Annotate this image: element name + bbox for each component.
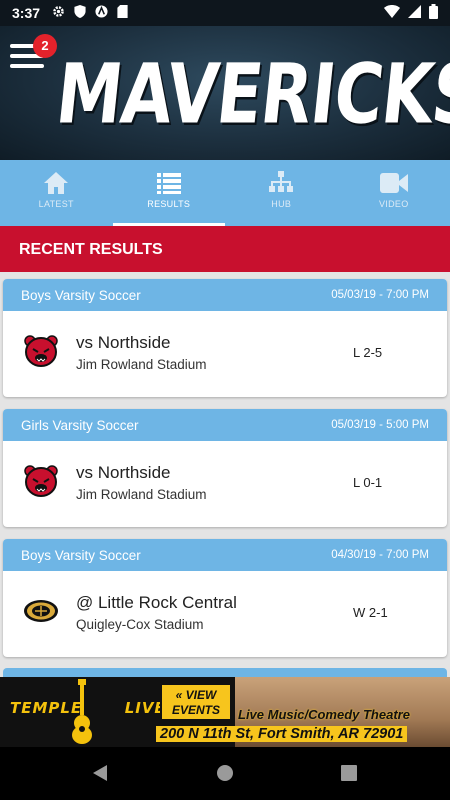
venue-name: Jim Rowland Stadium — [76, 357, 207, 372]
tab-label-results: RESULTS — [147, 199, 191, 209]
tab-label-hub: HUB — [271, 199, 292, 209]
team-name: Boys Varsity Soccer — [21, 547, 141, 563]
tab-label-latest: LATEST — [38, 199, 74, 209]
game-datetime: 05/03/19 - 7:00 PM — [331, 289, 429, 301]
team-name: Boys Varsity Soccer — [21, 287, 141, 303]
result-card-body: vs Northside Jim Rowland Stadium L 2-5 — [3, 311, 447, 397]
team-name: Girls Varsity Soccer — [21, 417, 139, 433]
result-card[interactable]: Boys Varsity Soccer 05/03/19 - 7:00 PM v… — [3, 279, 447, 397]
wifi-status-icon — [384, 5, 400, 21]
opponent-name: vs Northside — [76, 333, 171, 352]
view-events-line1: « VIEW — [175, 688, 217, 702]
result-card[interactable]: Girls Varsity Soccer 05/03/19 - 5:00 PM … — [3, 409, 447, 527]
status-bar: 3:37 — [0, 0, 450, 26]
hamburger-icon-line — [10, 64, 44, 68]
list-icon — [156, 173, 181, 194]
view-events-line2: EVENTS — [171, 703, 220, 717]
battery-status-icon — [429, 4, 438, 22]
app-status-icon — [95, 5, 108, 21]
result-card-body: vs Northside Jim Rowland Stadium L 0-1 — [3, 441, 447, 527]
app-title: MAVERICKS — [51, 46, 450, 143]
result-card-header: Girls Varsity Soccer 05/03/19 - 5:00 PM — [3, 409, 447, 441]
bear-logo-icon — [24, 335, 58, 367]
tab-video[interactable]: VIDEO — [338, 160, 450, 226]
game-score: L 2-5 — [353, 345, 383, 360]
tab-hub[interactable]: HUB — [225, 160, 338, 226]
sitemap-icon — [269, 171, 294, 192]
tiger-logo-icon — [24, 600, 58, 622]
home-nav-icon[interactable] — [216, 764, 234, 782]
home-icon — [44, 172, 69, 194]
bear-logo-icon — [24, 465, 58, 497]
video-icon — [379, 173, 408, 193]
game-datetime: 04/30/19 - 7:00 PM — [331, 549, 429, 561]
result-card-header: Boys Varsity Soccer 04/30/19 - 7:00 PM — [3, 539, 447, 571]
section-title: RECENT RESULTS — [0, 226, 450, 272]
sd-card-status-icon — [117, 5, 128, 21]
tab-results[interactable]: RESULTS — [112, 160, 226, 226]
view-events-button[interactable]: « VIEW EVENTS — [160, 683, 232, 721]
settings-status-icon — [52, 5, 65, 21]
tab-latest[interactable]: LATEST — [0, 160, 113, 226]
app-header: MAVERICKS 2 — [0, 26, 450, 160]
tab-label-video: VIDEO — [378, 199, 409, 209]
venue-name: Jim Rowland Stadium — [76, 487, 207, 502]
game-score: L 0-1 — [353, 475, 383, 490]
recents-icon[interactable] — [340, 764, 358, 782]
guitar-icon — [72, 679, 92, 744]
result-card-header: Boys Varsity Soccer 05/03/19 - 7:00 PM — [3, 279, 447, 311]
back-icon[interactable] — [91, 764, 109, 782]
opponent-name: vs Northside — [76, 463, 171, 482]
notification-badge: 2 — [33, 34, 57, 58]
result-card[interactable]: Boys Varsity Soccer 04/30/19 - 7:00 PM @… — [3, 539, 447, 657]
tab-bar: LATEST RESULTS HUB VIDEO — [0, 160, 450, 226]
ad-address: 200 N 11th St, Fort Smith, AR 72901 — [156, 726, 408, 742]
game-score: W 2-1 — [353, 605, 388, 620]
status-time: 3:37 — [12, 5, 41, 21]
game-datetime: 05/03/19 - 5:00 PM — [331, 419, 429, 431]
ad-tagline: Live Music/Comedy Theatre — [238, 707, 410, 722]
venue-name: Quigley-Cox Stadium — [76, 617, 204, 632]
ad-banner[interactable]: TEMPLE LIVE « VIEW EVENTS Live Music/Com… — [0, 677, 450, 747]
system-nav-bar — [0, 747, 450, 800]
signal-status-icon — [408, 5, 421, 21]
result-card-body: @ Little Rock Central Quigley-Cox Stadiu… — [3, 571, 447, 657]
opponent-name: @ Little Rock Central — [76, 593, 237, 612]
shield-status-icon — [74, 5, 86, 21]
